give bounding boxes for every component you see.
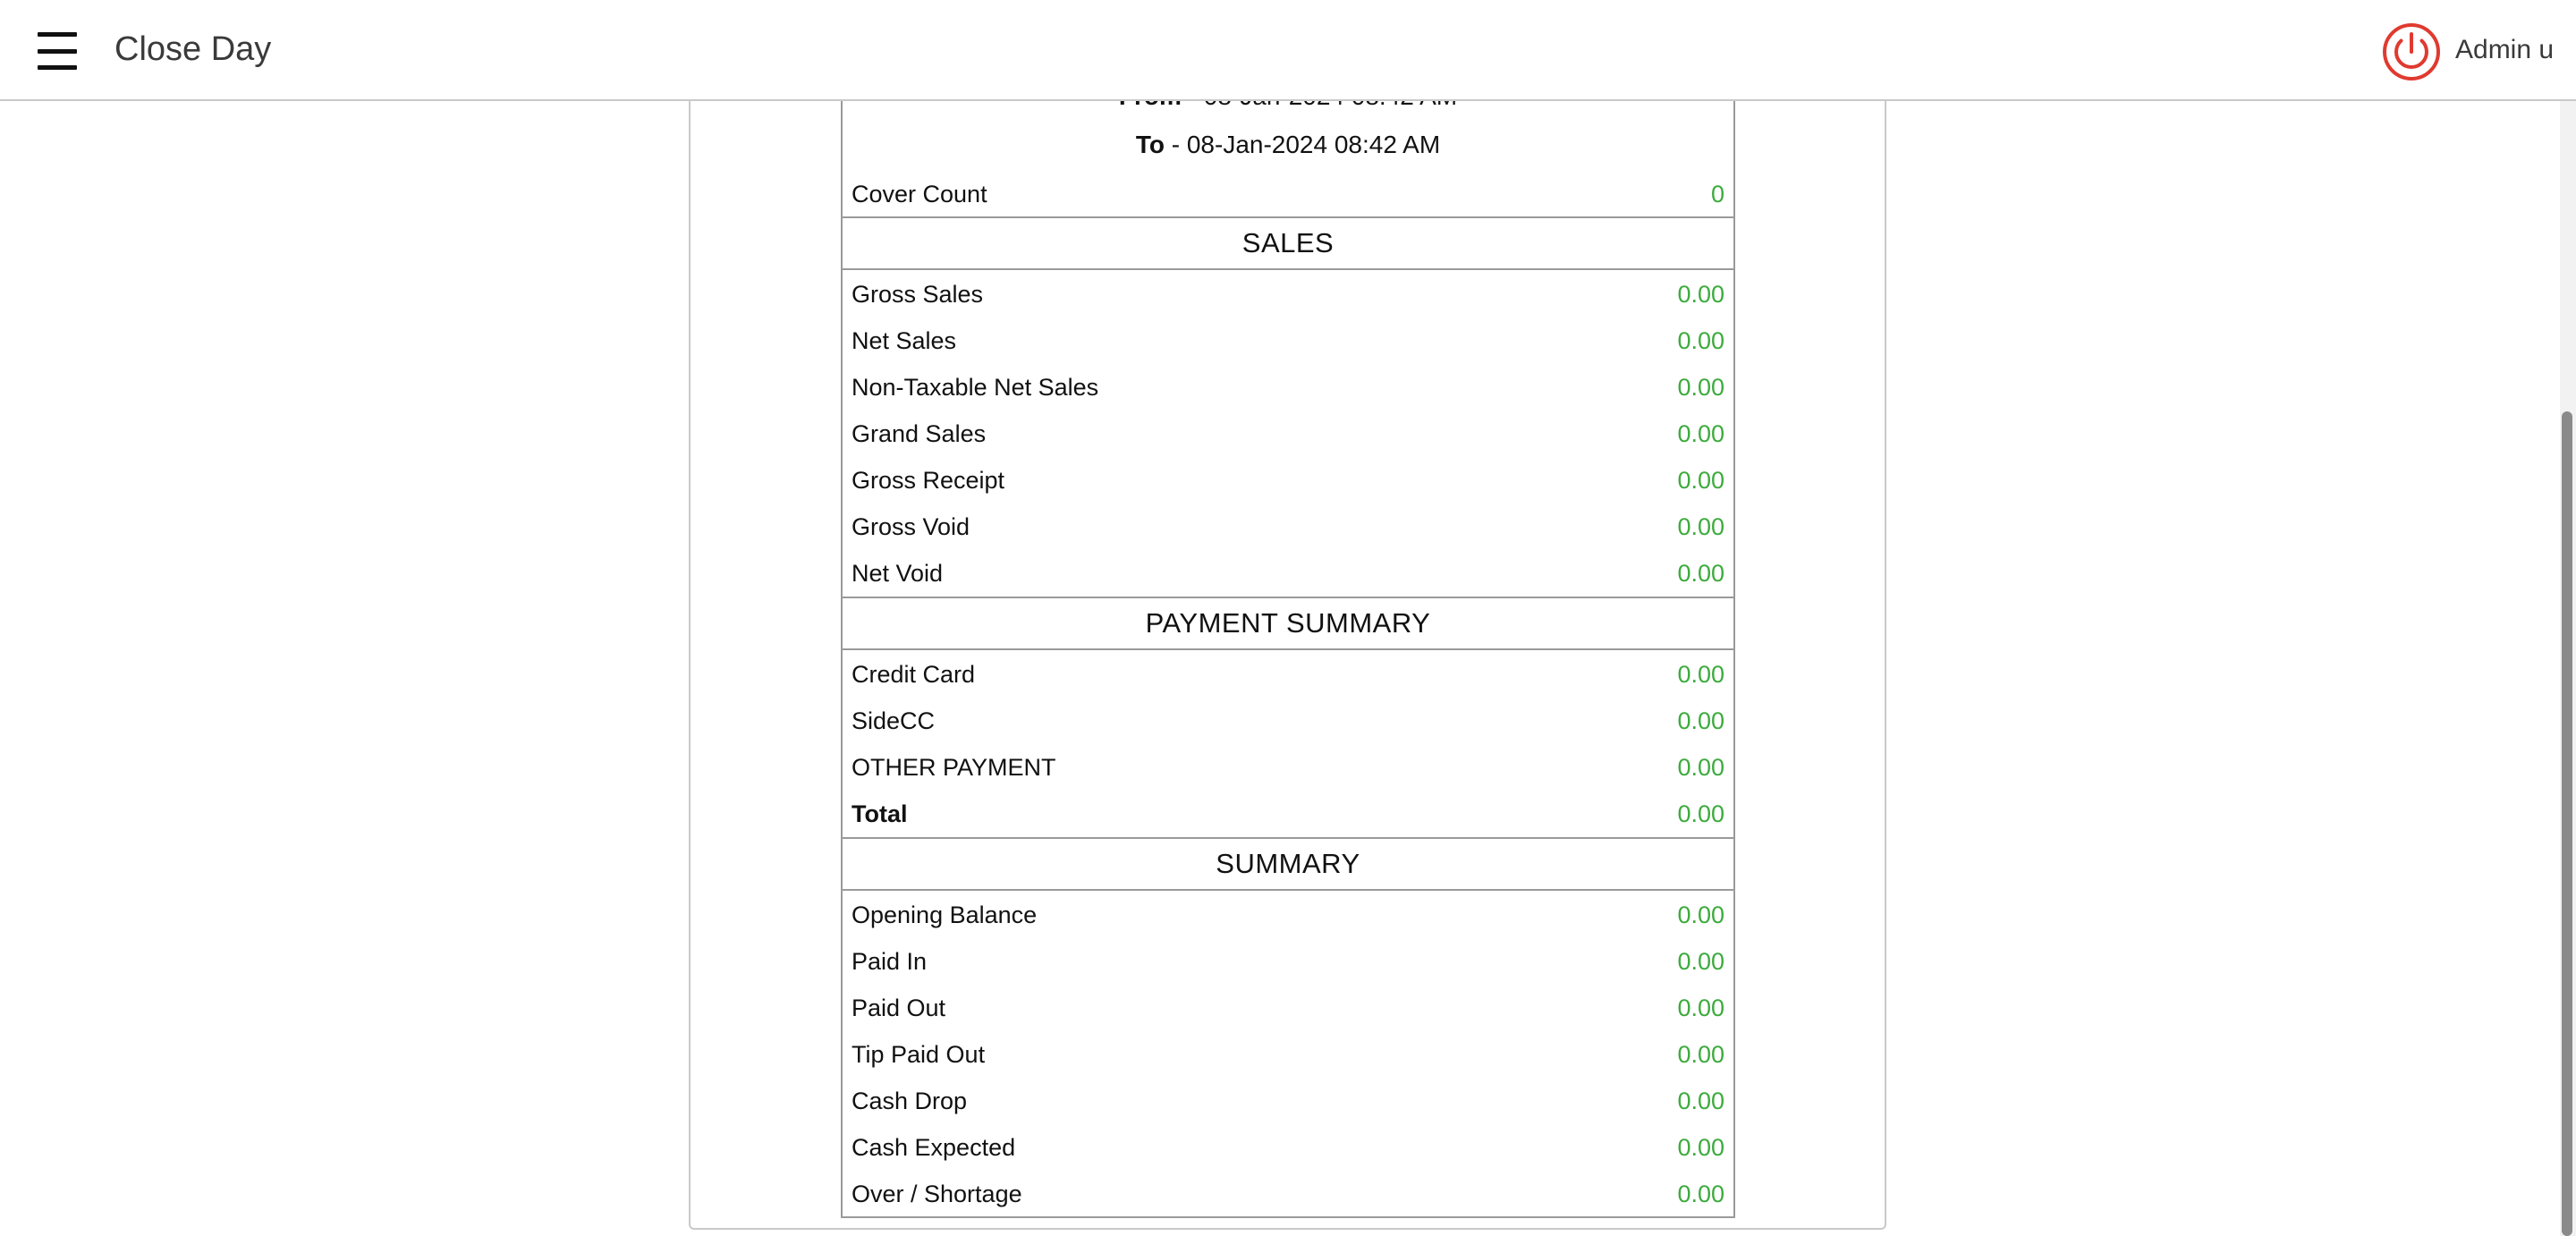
report-to-line: To - 08-Jan-2024 08:42 AM — [843, 131, 1733, 159]
row-label: OTHER PAYMENT — [852, 753, 1056, 781]
summary-row: Cash Drop 0.00 — [843, 1078, 1733, 1124]
row-label: Net Void — [852, 559, 944, 587]
row-label: Gross Receipt — [852, 466, 1005, 494]
summary-row: Paid In 0.00 — [843, 938, 1733, 985]
row-label: Cash Expected — [852, 1133, 1016, 1161]
row-value: 0.00 — [1677, 707, 1724, 734]
row-value: 0.00 — [1677, 280, 1724, 308]
row-value: 0.00 — [1677, 419, 1724, 447]
row-value: 0.00 — [1677, 800, 1724, 827]
page-title: Close Day — [114, 30, 272, 68]
row-value: 0.00 — [1677, 373, 1724, 401]
payment-row: OTHER PAYMENT 0.00 — [843, 744, 1733, 791]
payment-total-row: Total 0.00 — [843, 791, 1733, 837]
row-label: Paid Out — [852, 994, 946, 1021]
row-value: 0.00 — [1677, 512, 1724, 540]
sales-row: Gross Void 0.00 — [843, 504, 1733, 550]
sales-row: Grand Sales 0.00 — [843, 411, 1733, 457]
row-value: 0.00 — [1677, 1133, 1724, 1161]
row-value: 0.00 — [1677, 466, 1724, 494]
row-label: Credit Card — [852, 660, 976, 688]
row-label: Cover Count — [852, 180, 987, 207]
row-label: Net Sales — [852, 326, 957, 354]
row-label: Opening Balance — [852, 901, 1038, 928]
to-label: To — [1135, 131, 1165, 158]
sales-row: Gross Receipt 0.00 — [843, 457, 1733, 504]
row-label: Gross Void — [852, 512, 970, 540]
row-label: Total — [852, 800, 908, 827]
row-label: Over / Shortage — [852, 1180, 1022, 1207]
row-label: Paid In — [852, 947, 928, 975]
row-value: 0.00 — [1677, 1180, 1724, 1207]
to-value: - 08-Jan-2024 08:42 AM — [1164, 131, 1441, 158]
row-label: Grand Sales — [852, 419, 987, 447]
sales-row: Net Sales 0.00 — [843, 317, 1733, 364]
row-value: 0 — [1710, 180, 1724, 207]
row-value: 0.00 — [1677, 901, 1724, 928]
row-value: 0.00 — [1677, 947, 1724, 975]
user-name[interactable]: Admin u — [2455, 35, 2554, 65]
hamburger-menu-icon[interactable] — [38, 32, 77, 70]
row-label: SideCC — [852, 707, 936, 734]
row-label: Non-Taxable Net Sales — [852, 373, 1099, 401]
row-label: Gross Sales — [852, 280, 984, 308]
summary-row: Tip Paid Out 0.00 — [843, 1031, 1733, 1078]
top-bar: Close Day Admin u — [0, 0, 2576, 101]
cover-count-row: Cover Count 0 — [843, 171, 1733, 217]
row-label: Cash Drop — [852, 1087, 968, 1114]
row-value: 0.00 — [1677, 660, 1724, 688]
section-payment-summary-heading: PAYMENT SUMMARY — [843, 597, 1733, 650]
section-sales-heading: SALES — [843, 216, 1733, 270]
summary-row: Paid Out 0.00 — [843, 985, 1733, 1031]
power-icon[interactable] — [2382, 22, 2441, 81]
row-value: 0.00 — [1677, 994, 1724, 1021]
row-value: 0.00 — [1677, 1040, 1724, 1068]
payment-row: SideCC 0.00 — [843, 698, 1733, 744]
row-label: Tip Paid Out — [852, 1040, 986, 1068]
summary-row: Opening Balance 0.00 — [843, 892, 1733, 938]
sales-row: Net Void 0.00 — [843, 550, 1733, 597]
close-day-report: From - 08-Jan-2024 08:42 AM To - 08-Jan-… — [841, 36, 1735, 1218]
row-value: 0.00 — [1677, 753, 1724, 781]
summary-row: Over / Shortage 0.00 — [843, 1171, 1733, 1217]
sales-row: Non-Taxable Net Sales 0.00 — [843, 364, 1733, 411]
summary-row: Cash Expected 0.00 — [843, 1124, 1733, 1171]
row-value: 0.00 — [1677, 326, 1724, 354]
sales-row: Gross Sales 0.00 — [843, 271, 1733, 317]
row-value: 0.00 — [1677, 1087, 1724, 1114]
payment-row: Credit Card 0.00 — [843, 651, 1733, 698]
section-summary-heading: SUMMARY — [843, 837, 1733, 891]
scrollbar-thumb[interactable] — [2562, 411, 2572, 1236]
row-value: 0.00 — [1677, 559, 1724, 587]
